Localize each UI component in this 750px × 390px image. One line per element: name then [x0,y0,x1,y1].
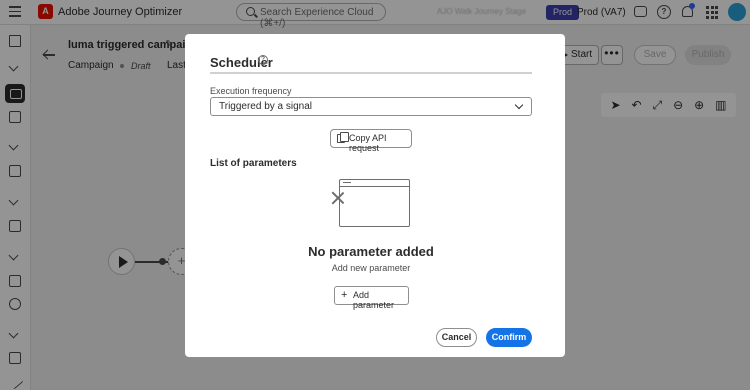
window-icon [339,179,410,227]
plus-icon: + [341,289,348,301]
confirm-button[interactable]: Confirm [486,328,532,347]
add-parameter-label: Add parameter [353,290,395,310]
help-icon[interactable]: ? [258,55,268,65]
scheduler-dialog: Scheduler ? Execution frequency Triggere… [185,34,565,357]
chevron-down-icon [514,100,524,110]
divider [210,72,532,74]
empty-state-title: No parameter added [308,244,434,259]
empty-state-subtitle: Add new parameter [331,263,411,273]
copy-icon [337,132,349,143]
empty-state-illustration [330,176,412,230]
parameters-heading: List of parameters [210,158,297,169]
frequency-select[interactable]: Triggered by a signal [210,97,532,116]
copy-api-request-button[interactable]: Copy API request [330,129,412,153]
cancel-button[interactable]: Cancel [436,328,477,347]
frequency-label: Execution frequency [210,86,292,96]
close-icon [330,190,346,206]
frequency-value: Triggered by a signal [219,101,313,112]
copy-api-label: Copy API request [349,133,387,153]
add-parameter-button[interactable]: + Add parameter [334,286,409,310]
